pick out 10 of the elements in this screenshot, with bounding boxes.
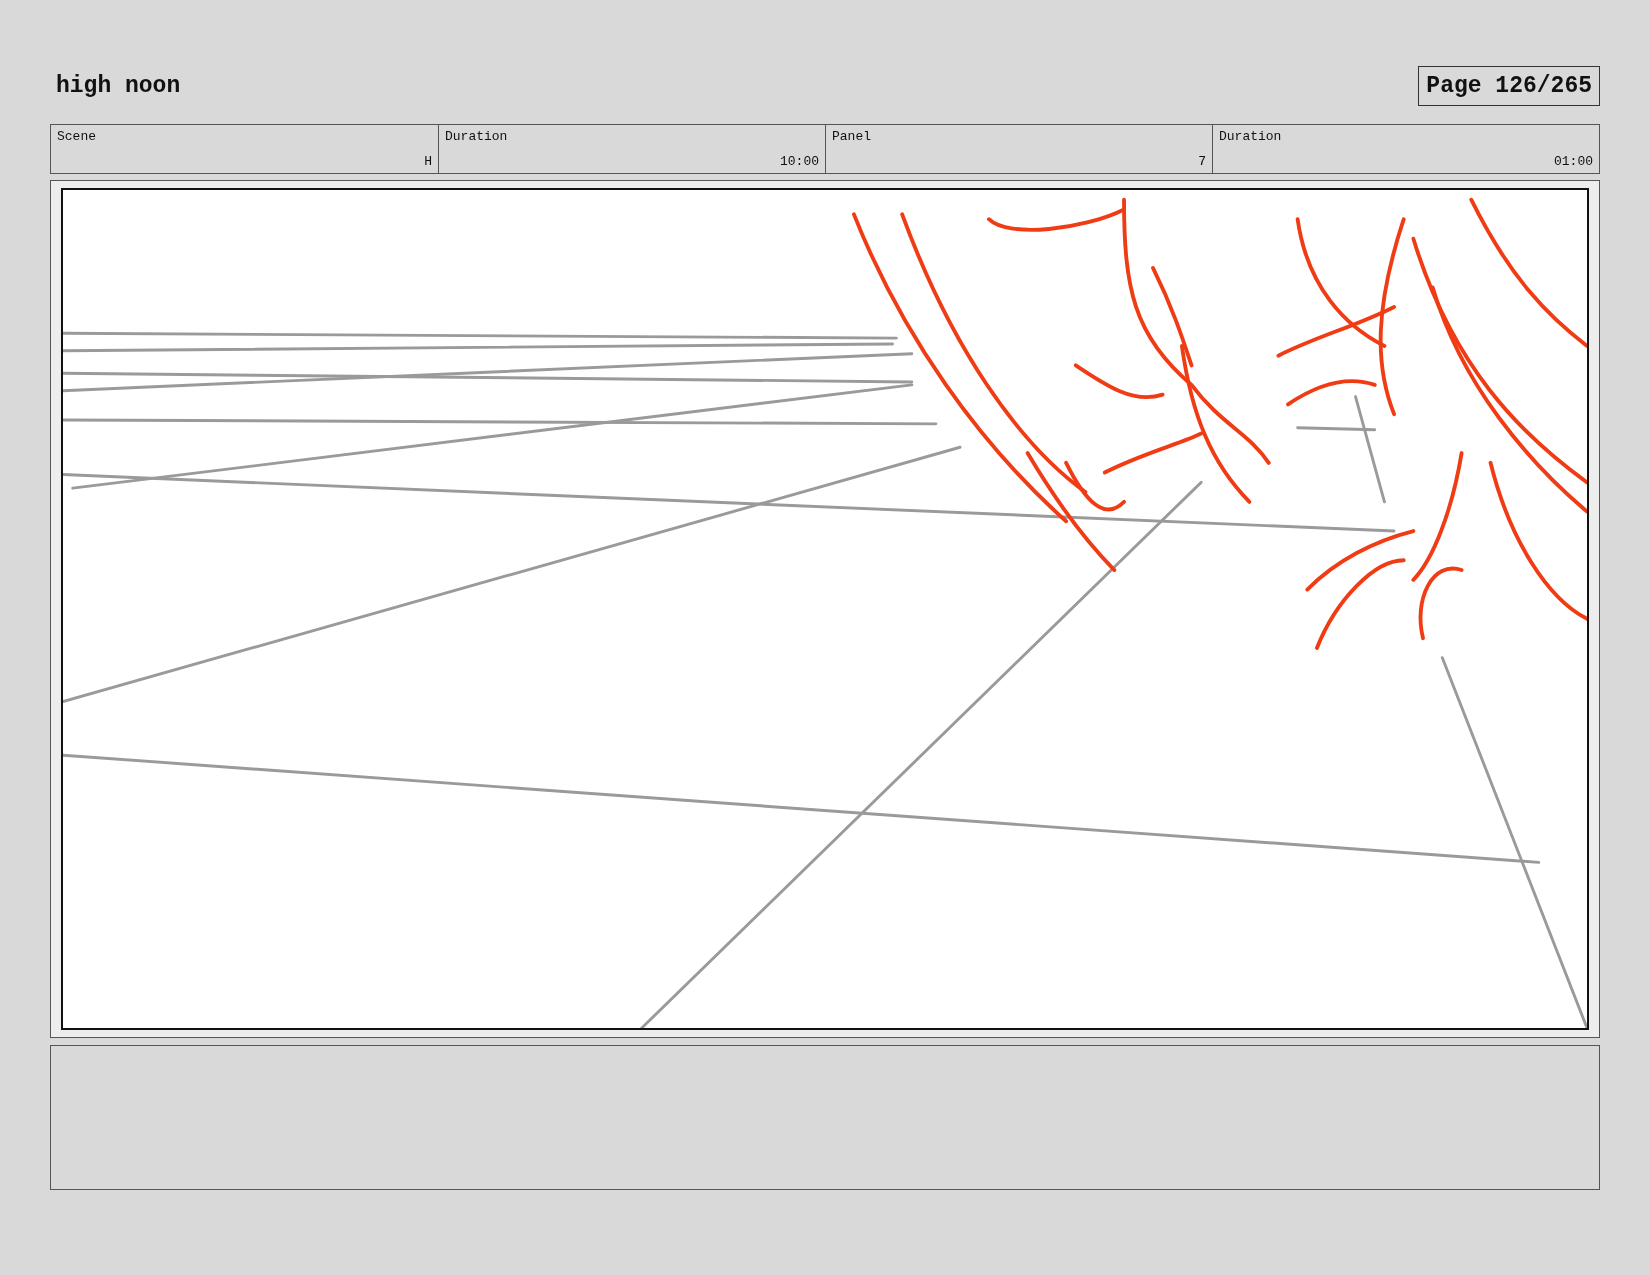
field-value: H [424,154,432,169]
field-value: 7 [1198,154,1206,169]
field-label: Duration [445,129,509,144]
field-label: Panel [832,129,872,144]
field-value: 01:00 [1554,154,1593,169]
field-value: 10:00 [780,154,819,169]
field-label: Scene [57,129,97,144]
field-label: Duration [1219,129,1283,144]
storyboard-title: high noon [55,73,181,99]
page-number: Page 126/265 [1418,66,1600,106]
